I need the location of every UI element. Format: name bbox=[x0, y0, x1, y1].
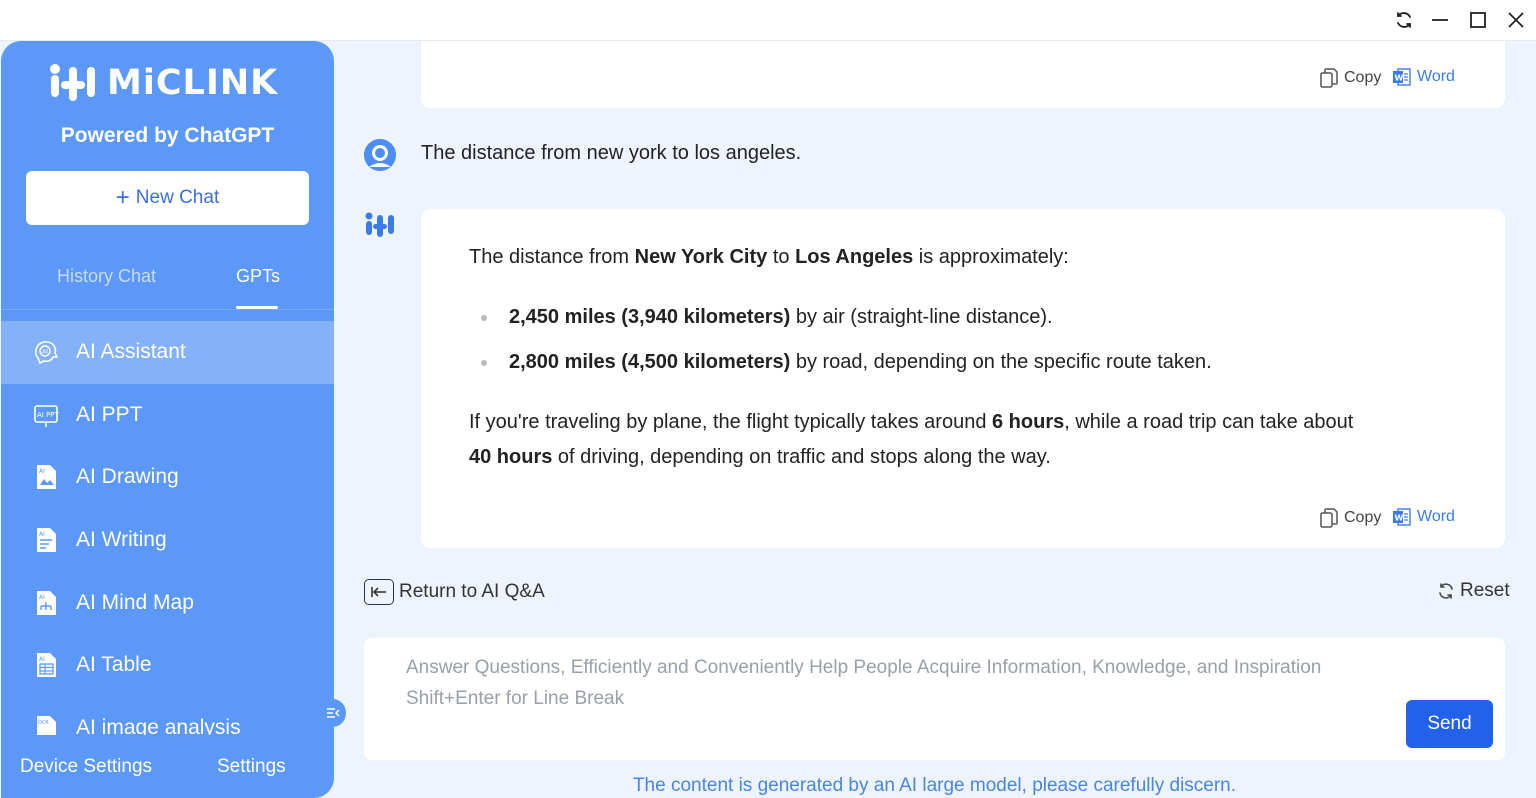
word-export-button[interactable]: W Word bbox=[1392, 507, 1455, 527]
send-button[interactable]: Send bbox=[1406, 700, 1493, 748]
sidebar-item-label: AI Drawing bbox=[76, 465, 179, 489]
ai-table-icon: AI bbox=[31, 650, 61, 680]
bullet-dot bbox=[481, 360, 487, 366]
device-settings-link[interactable]: Device Settings bbox=[20, 756, 152, 778]
answer-text: The distance from bbox=[469, 246, 635, 268]
answer-text: of driving, depending on traffic and sto… bbox=[552, 446, 1051, 468]
copy-label: Copy bbox=[1344, 69, 1382, 86]
svg-text:AI PPT: AI PPT bbox=[37, 411, 60, 419]
sidebar-item-label: AI Mind Map bbox=[76, 590, 194, 614]
tab-divider bbox=[1, 309, 334, 310]
return-to-qa-button[interactable]: Return to AI Q&A bbox=[364, 579, 545, 605]
minimize-icon[interactable] bbox=[1426, 6, 1454, 34]
svg-text:AI: AI bbox=[39, 468, 45, 475]
svg-text:W: W bbox=[1395, 514, 1404, 523]
sidebar-item-label: AI image analysis bbox=[76, 715, 241, 735]
refresh-icon[interactable] bbox=[1390, 6, 1418, 34]
word-icon: W bbox=[1393, 508, 1411, 526]
sidebar-item-ai-image-analysis[interactable]: OCR AI image analysis bbox=[1, 697, 334, 735]
answer-text: is approximately: bbox=[913, 246, 1069, 268]
brand-name: MiCLINK bbox=[107, 63, 279, 103]
bullet-dot bbox=[481, 315, 487, 321]
answer-paragraph-line1: If you're traveling by plane, the flight… bbox=[469, 411, 1353, 434]
answer-bullet: 2,800 miles (4,500 kilometers) by road, … bbox=[509, 351, 1212, 374]
sidebar-item-label: AI Assistant bbox=[76, 340, 186, 364]
answer-bold-text: 2,450 miles (3,940 kilometers) bbox=[509, 306, 791, 328]
sidebar-item-ai-assistant[interactable]: AI AI Assistant bbox=[1, 321, 334, 384]
title-bar bbox=[0, 0, 1536, 41]
ai-writing-icon: AI bbox=[31, 525, 61, 555]
input-placeholder: Answer Questions, Efficiently and Conven… bbox=[406, 657, 1322, 678]
new-chat-button[interactable]: + New Chat bbox=[26, 171, 309, 225]
word-export-button[interactable]: W Word bbox=[1392, 67, 1455, 87]
return-label: Return to AI Q&A bbox=[399, 581, 545, 602]
new-chat-label: New Chat bbox=[135, 187, 220, 208]
settings-link[interactable]: Settings bbox=[217, 756, 286, 778]
ai-assistant-icon: AI bbox=[31, 337, 61, 367]
sidebar-item-ai-ppt[interactable]: AI PPT AI PPT bbox=[1, 384, 334, 447]
chat-input[interactable]: Answer Questions, Efficiently and Conven… bbox=[364, 638, 1505, 760]
sidebar-item-ai-writing[interactable]: AI AI Writing bbox=[1, 509, 334, 572]
copy-label: Copy bbox=[1344, 509, 1382, 526]
sidebar-item-ai-drawing[interactable]: AI AI Drawing bbox=[1, 446, 334, 509]
answer-bold-text: 40 hours bbox=[469, 446, 553, 468]
reset-icon bbox=[1439, 583, 1453, 599]
previous-answer-card: Copy W Word bbox=[421, 41, 1505, 108]
svg-text:AI: AI bbox=[39, 531, 45, 538]
copy-icon bbox=[1320, 508, 1338, 528]
answer-bold-text: Los Angeles bbox=[795, 246, 914, 268]
ai-image-analysis-icon: OCR bbox=[31, 713, 61, 735]
ai-ppt-icon: AI PPT bbox=[31, 400, 61, 430]
sidebar-item-label: AI PPT bbox=[76, 402, 143, 426]
answer-paragraph-line2: 40 hours of driving, depending on traffi… bbox=[469, 446, 1051, 469]
word-label: Word bbox=[1417, 68, 1455, 85]
tab-gpts[interactable]: GPTs bbox=[236, 266, 280, 287]
plus-icon: + bbox=[115, 184, 130, 211]
answer-bold-text: 2,800 miles (4,500 kilometers) bbox=[509, 351, 791, 373]
sidebar-item-label: AI Table bbox=[76, 653, 152, 677]
answer-text: by road, depending on the specific route… bbox=[790, 351, 1212, 373]
answer-bold-text: New York City bbox=[634, 246, 768, 268]
answer-text: If you're traveling by plane, the flight… bbox=[469, 411, 992, 433]
tab-history-chat[interactable]: History Chat bbox=[57, 266, 156, 287]
sidebar: MiCLINK Powered by ChatGPT + New Chat Hi… bbox=[1, 41, 334, 798]
ai-mind-map-icon: AI bbox=[31, 588, 61, 618]
reset-button[interactable]: Reset bbox=[1437, 580, 1510, 602]
word-icon: W bbox=[1393, 68, 1411, 86]
user-avatar-icon bbox=[364, 139, 396, 171]
brand-logo: MiCLINK bbox=[47, 61, 278, 105]
svg-text:AI: AI bbox=[42, 349, 48, 356]
reset-label: Reset bbox=[1460, 580, 1510, 601]
gpts-list: AI AI Assistant AI PPT AI PPT AI AI Draw… bbox=[1, 321, 334, 735]
input-placeholder-hint: Shift+Enter for Line Break bbox=[406, 688, 625, 709]
svg-text:W: W bbox=[1395, 74, 1404, 83]
ai-disclaimer: The content is generated by an AI large … bbox=[632, 775, 1237, 796]
powered-by-text: Powered by ChatGPT bbox=[60, 124, 275, 147]
return-icon bbox=[364, 579, 394, 605]
copy-icon bbox=[1320, 68, 1338, 88]
svg-text:OCR: OCR bbox=[38, 720, 49, 726]
answer-text: , while a road trip can take about bbox=[1064, 411, 1354, 433]
answer-intro: The distance from New York City to Los A… bbox=[469, 246, 1069, 269]
svg-text:AI: AI bbox=[39, 656, 45, 663]
sidebar-item-ai-mind-map[interactable]: AI AI Mind Map bbox=[1, 571, 334, 634]
answer-text: to bbox=[767, 246, 796, 268]
collapse-sidebar-icon[interactable] bbox=[320, 699, 346, 727]
maximize-icon[interactable] bbox=[1464, 6, 1492, 34]
sidebar-item-ai-table[interactable]: AI AI Table bbox=[1, 634, 334, 697]
answer-bullet: 2,450 miles (3,940 kilometers) by air (s… bbox=[509, 306, 1053, 329]
close-icon[interactable] bbox=[1502, 6, 1530, 34]
bot-avatar-icon bbox=[364, 211, 396, 241]
copy-button[interactable]: Copy bbox=[1319, 507, 1381, 529]
user-message: The distance from new york to los angele… bbox=[421, 142, 802, 164]
answer-text: by air (straight-line distance). bbox=[790, 306, 1053, 328]
miclink-logo-icon bbox=[50, 64, 95, 101]
copy-button[interactable]: Copy bbox=[1319, 67, 1381, 89]
sidebar-item-label: AI Writing bbox=[76, 528, 167, 552]
answer-bold-text: 6 hours bbox=[992, 411, 1065, 433]
word-label: Word bbox=[1417, 508, 1455, 525]
svg-text:AI: AI bbox=[39, 594, 45, 601]
ai-drawing-icon: AI bbox=[31, 462, 61, 492]
